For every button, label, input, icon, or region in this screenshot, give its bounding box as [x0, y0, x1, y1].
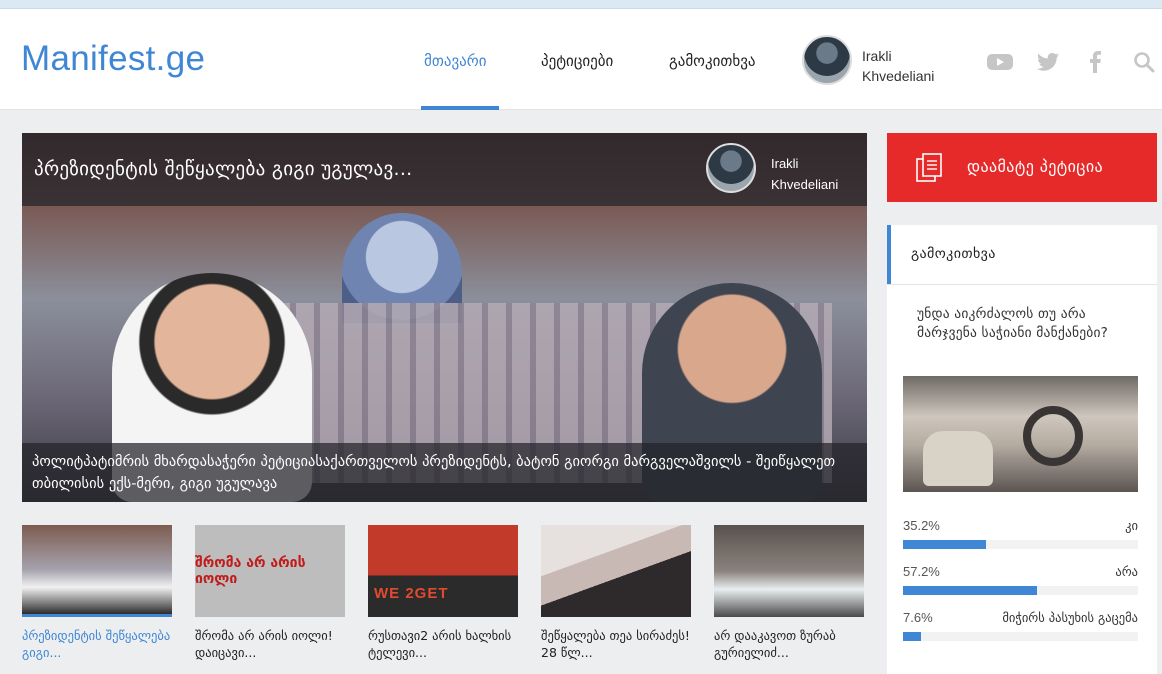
thumb-title[interactable]: პრეზიდენტის შეწყალება გიგი...: [22, 627, 172, 661]
site-header: Manifest.ge მთავარი პეტიციები გამოკითხვა…: [0, 9, 1162, 110]
poll-image-steering-wheel: [1023, 406, 1083, 466]
poll-question: უნდა აიკრძალოს თუ არა მარჯვენა საჭიანი მ…: [917, 306, 1109, 341]
facebook-icon[interactable]: [1088, 51, 1102, 73]
poll-option-percent: 35.2%: [903, 518, 940, 533]
poll-option-percent: 57.2%: [903, 564, 940, 579]
thumb-image-text: შრომა არ არის იოლი: [195, 555, 306, 587]
thumb-card[interactable]: WE 2GET რუსთავი2 არის ხალხის ტელევი...: [368, 525, 518, 661]
poll-option-label: მიჭირს პასუხის გაცემა: [1002, 610, 1138, 625]
site-logo[interactable]: Manifest.ge: [21, 39, 205, 79]
thumb-title[interactable]: შრომა არ არის იოლი! დაიცავი...: [195, 627, 345, 661]
thumb-card[interactable]: შეწყალება თეა სირაძეს! 28 წლ...: [541, 525, 691, 661]
thumb-image[interactable]: [22, 525, 172, 617]
poll-option-fill: [903, 632, 921, 641]
poll-option-percent: 7.6%: [903, 610, 933, 625]
thumb-title[interactable]: არ დააკავოთ ზურაბ გურიელიძ...: [714, 627, 864, 661]
add-petition-button[interactable]: დაამატე პეტიცია: [887, 133, 1157, 202]
featured-author-avatar[interactable]: [706, 143, 756, 193]
thumb-image[interactable]: [714, 525, 864, 617]
user-first-name: Irakli: [862, 48, 892, 64]
thumb-image[interactable]: შრომა არ არის იოლი: [195, 525, 345, 617]
thumb-card[interactable]: შრომა არ არის იოლი შრომა არ არის იოლი! დ…: [195, 525, 345, 661]
poll-option-label: კი: [1125, 518, 1138, 533]
youtube-icon[interactable]: [986, 51, 1014, 73]
nav-item-home[interactable]: მთავარი: [424, 52, 486, 70]
featured-author[interactable]: Irakli Khvedeliani: [771, 153, 861, 195]
thumb-image[interactable]: WE 2GET: [368, 525, 518, 617]
featured-title[interactable]: პრეზიდენტის შეწყალება გიგი უგულავ...: [34, 158, 413, 180]
thumb-card[interactable]: არ დააკავოთ ზურაბ გურიელიძ...: [714, 525, 864, 661]
featured-author-last-name: Khvedeliani: [771, 177, 839, 192]
poll-widget: გამოკითხვა უნდა აიკრძალოს თუ არა მარჯვენ…: [887, 225, 1157, 674]
user-avatar[interactable]: [802, 35, 852, 85]
poll-option-track: [903, 586, 1138, 595]
poll-option[interactable]: 35.2% კი: [903, 518, 1138, 558]
poll-option-track: [903, 540, 1138, 549]
thumb-title[interactable]: შეწყალება თეა სირაძეს! 28 წლ...: [541, 627, 691, 661]
twitter-icon[interactable]: [1036, 51, 1060, 73]
poll-divider: [887, 284, 1157, 285]
poll-image: [903, 376, 1138, 492]
user-last-name: Khvedeliani: [862, 68, 935, 84]
browser-top-strip: [0, 0, 1162, 9]
featured-caption-bar: პოლიტპატიმრის მხარდასაჭერი პეტიციასაქართ…: [22, 443, 867, 502]
documents-icon: [915, 153, 943, 183]
main-content: პრეზიდენტის შეწყალება გიგი უგულავ... Ira…: [0, 110, 1162, 674]
featured-author-first-name: Irakli: [771, 156, 799, 171]
featured-petition[interactable]: პრეზიდენტის შეწყალება გიგი უგულავ... Ira…: [22, 133, 867, 502]
nav-item-petitions[interactable]: პეტიციები: [541, 52, 613, 70]
search-icon[interactable]: [1133, 51, 1155, 73]
poll-option[interactable]: 57.2% არა: [903, 564, 1138, 604]
poll-option-fill: [903, 540, 986, 549]
featured-title-bar: პრეზიდენტის შეწყალება გიგი უგულავ... Ira…: [22, 133, 867, 206]
add-petition-label: დაამატე პეტიცია: [967, 157, 1104, 176]
poll-accent-bar: [887, 225, 891, 285]
poll-option[interactable]: 7.6% მიჭირს პასუხის გაცემა: [903, 610, 1138, 650]
thumb-title[interactable]: რუსთავი2 არის ხალხის ტელევი...: [368, 627, 518, 661]
nav-item-poll[interactable]: გამოკითხვა: [669, 52, 756, 70]
thumb-image[interactable]: [541, 525, 691, 617]
thumb-card[interactable]: პრეზიდენტის შეწყალება გიგი...: [22, 525, 172, 661]
poll-heading: გამოკითხვა: [911, 246, 996, 262]
featured-caption: პოლიტპატიმრის მხარდასაჭერი პეტიციასაქართ…: [32, 454, 836, 492]
user-name[interactable]: Irakli Khvedeliani: [862, 46, 962, 86]
poll-option-fill: [903, 586, 1038, 595]
poll-option-label: არა: [1115, 564, 1138, 579]
poll-image-seat: [923, 431, 993, 486]
poll-option-track: [903, 632, 1138, 641]
thumb-image-text: WE 2GET: [374, 585, 449, 602]
